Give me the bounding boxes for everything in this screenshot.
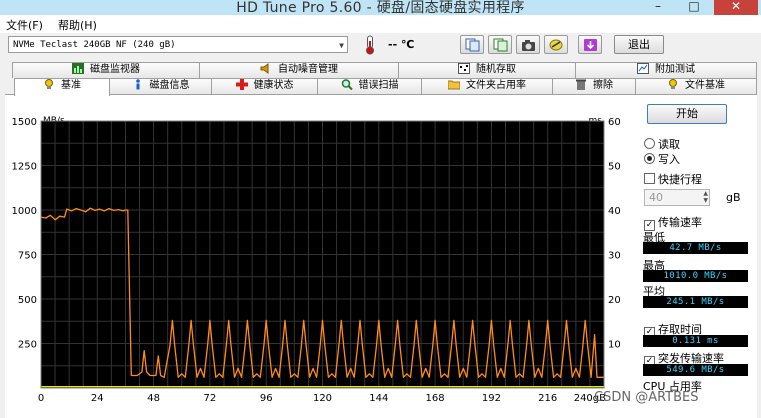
y-tick-label-right: 20 [608, 295, 621, 306]
quick-stroke-label: 快捷行程 [658, 173, 702, 186]
read-label: 读取 [658, 138, 680, 151]
quick-stroke-stepper[interactable]: 40 ▲ ▼ [644, 189, 710, 206]
x-tick-label: 24 [91, 393, 104, 404]
min-value: 42.7 MB/s [643, 242, 748, 254]
tab-label: 基准 [61, 80, 81, 91]
stepper-arrows-icon[interactable]: ▲ ▼ [703, 190, 708, 204]
write-label: 写入 [658, 153, 680, 166]
quick-stroke-value: 40 [649, 191, 663, 204]
minimize-button[interactable]: – [640, 0, 676, 15]
x-tick-label: 72 [204, 393, 217, 404]
watermark: CSDN @ARTBES [594, 390, 699, 405]
avg-value: 245.1 MB/s [643, 296, 748, 308]
y-tick-label-left: 1500 [12, 117, 37, 128]
x-tick-label: 144 [369, 393, 388, 404]
access-time-value: 0.131 ms [643, 335, 748, 347]
y-tick-label-left: 1250 [12, 162, 37, 173]
y-tick-label-left: 500 [18, 295, 37, 306]
quick-stroke-unit: gB [726, 191, 741, 204]
x-tick-label: 120 [313, 393, 332, 404]
y-tick-label-right: 40 [608, 206, 621, 217]
y-tick-label-left: 1000 [12, 206, 37, 217]
transfer-rate-label: 传输速率 [658, 216, 702, 229]
tab-benchmark[interactable]: 基准 [14, 78, 110, 96]
quick-stroke-checkbox[interactable]: 快捷行程 [644, 171, 702, 187]
max-value: 1010.0 MB/s [643, 270, 748, 282]
start-button[interactable]: 开始 [647, 104, 727, 124]
burst-rate-value: 549.6 MB/s [643, 364, 748, 376]
y-tick-label-left: 750 [18, 251, 37, 262]
radio-circle [644, 138, 655, 149]
x-tick-label: 96 [260, 393, 273, 404]
radio-circle [644, 153, 655, 164]
tab-file-benchmark[interactable]: 文件基准 [635, 78, 757, 94]
x-tick-label: 216 [538, 393, 557, 404]
x-tick-label: 48 [147, 393, 160, 404]
benchmark-icon [45, 79, 53, 89]
read-radio[interactable]: 读取 [644, 136, 680, 152]
x-tick-label: 0 [38, 393, 44, 404]
y-tick-label-right: 50 [608, 162, 621, 173]
tab-label: 附加测试 [655, 64, 695, 75]
file-benchmark-icon [669, 79, 677, 89]
write-radio[interactable]: 写入 [644, 151, 680, 167]
benchmark-chart: 150012501000750500250605040302010MB/s ms0… [12, 116, 621, 404]
x-tick-label: 192 [482, 393, 501, 404]
x-tick-label: 168 [426, 393, 445, 404]
y-tick-label-right: 10 [608, 340, 621, 351]
close-button[interactable]: ✕ [714, 0, 758, 15]
y-tick-label-right: 30 [608, 251, 621, 262]
y-tick-label-left: 250 [18, 340, 37, 351]
tab-label: 文件基准 [685, 80, 725, 91]
checkbox-box [644, 173, 655, 184]
maximize-button[interactable]: □ [676, 0, 712, 15]
y-tick-label-right: 60 [608, 117, 621, 128]
